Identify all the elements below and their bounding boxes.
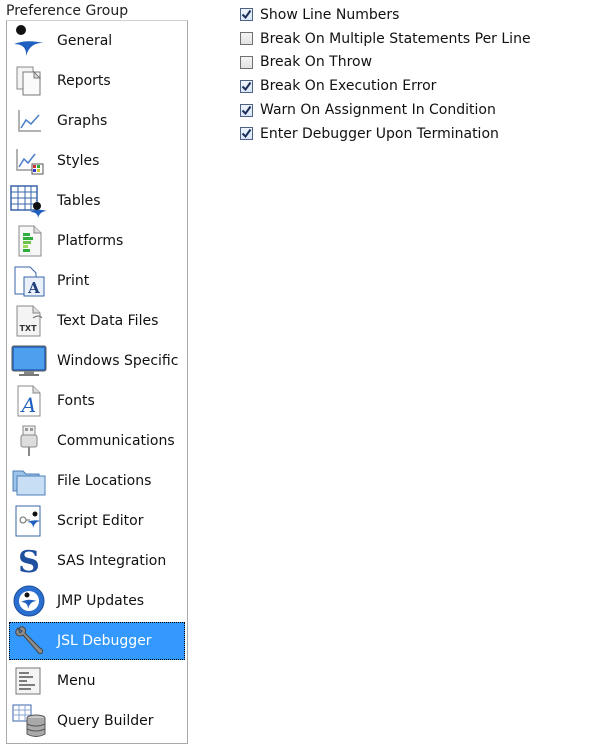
group-label-platforms: Platforms	[57, 233, 124, 249]
group-label-styles: Styles	[57, 153, 100, 169]
styles-icon	[9, 142, 49, 180]
graphs-icon	[9, 102, 49, 140]
windows-specific-icon	[9, 342, 49, 380]
group-label-script-editor: Script Editor	[57, 513, 144, 529]
group-item-jsl-debugger[interactable]: JSL Debugger	[9, 622, 185, 660]
break-on-throw-checkbox[interactable]	[240, 55, 253, 69]
platforms-icon	[9, 222, 49, 260]
fonts-glyph: A	[20, 393, 36, 417]
group-item-print[interactable]: A Print	[9, 262, 185, 300]
group-item-jmp-updates[interactable]: JMP Updates	[9, 582, 185, 620]
group-item-windows-specific[interactable]: Windows Specific	[9, 342, 185, 380]
option-row[interactable]: Break On Execution Error	[240, 74, 531, 98]
break-on-execution-error-checkbox[interactable]	[240, 79, 253, 93]
group-item-tables[interactable]: Tables	[9, 182, 185, 220]
txt-glyph: TXT	[19, 324, 37, 333]
group-item-communications[interactable]: Communications	[9, 422, 185, 460]
file-locations-icon	[9, 462, 49, 500]
option-label: Show Line Numbers	[260, 6, 400, 23]
menu-icon	[9, 662, 49, 700]
group-label-query-builder: Query Builder	[57, 713, 154, 729]
communications-icon	[9, 422, 49, 460]
group-label-communications: Communications	[57, 433, 175, 449]
group-item-styles[interactable]: Styles	[9, 142, 185, 180]
group-label-text-data-files: Text Data Files	[57, 313, 159, 329]
group-label-print: Print	[57, 273, 90, 289]
group-label-tables: Tables	[57, 193, 101, 209]
preference-group-label: Preference Group	[6, 3, 129, 19]
group-item-script-editor[interactable]: Script Editor	[9, 502, 185, 540]
text-data-files-icon: TXT	[9, 302, 49, 340]
print-glyph: A	[27, 279, 40, 297]
option-row[interactable]: Warn On Assignment In Condition	[240, 98, 531, 122]
group-item-text-data-files[interactable]: TXT Text Data Files	[9, 302, 185, 340]
jsl-debugger-icon	[9, 622, 49, 660]
group-label-jsl-debugger: JSL Debugger	[57, 633, 152, 649]
script-editor-icon	[9, 502, 49, 540]
option-row[interactable]: Show Line Numbers	[240, 3, 531, 27]
group-label-menu: Menu	[57, 673, 96, 689]
debugger-options: Show Line Numbers Break On Multiple Stat…	[240, 3, 531, 146]
group-label-file-locations: File Locations	[57, 473, 152, 489]
group-item-sas-integration[interactable]: S SAS Integration	[9, 542, 185, 580]
group-label-jmp-updates: JMP Updates	[57, 593, 145, 609]
query-builder-icon	[9, 702, 49, 740]
option-row[interactable]: Break On Throw	[240, 51, 531, 75]
reports-icon	[9, 62, 49, 100]
sas-glyph: S	[18, 545, 40, 578]
option-label: Break On Multiple Statements Per Line	[260, 30, 531, 47]
group-label-sas-integration: SAS Integration	[57, 553, 167, 569]
option-label: Enter Debugger Upon Termination	[260, 125, 499, 142]
group-item-query-builder[interactable]: Query Builder	[9, 702, 185, 740]
preference-group-list[interactable]: General Reports Graphs Styles Tables Pla…	[6, 20, 188, 744]
jmp-updates-icon	[9, 582, 49, 620]
group-label-windows-specific: Windows Specific	[57, 353, 179, 369]
option-label: Break On Execution Error	[260, 78, 437, 95]
enter-debugger-upon-termination-checkbox[interactable]	[240, 127, 253, 141]
option-row[interactable]: Break On Multiple Statements Per Line	[240, 27, 531, 51]
fonts-icon: A	[9, 382, 49, 420]
print-icon: A	[9, 262, 49, 300]
group-item-menu[interactable]: Menu	[9, 662, 185, 700]
warn-on-assignment-checkbox[interactable]	[240, 103, 253, 117]
group-item-graphs[interactable]: Graphs	[9, 102, 185, 140]
group-item-general[interactable]: General	[9, 22, 185, 60]
option-label: Break On Throw	[260, 54, 373, 71]
option-label: Warn On Assignment In Condition	[260, 102, 496, 119]
group-label-reports: Reports	[57, 73, 111, 89]
group-item-reports[interactable]: Reports	[9, 62, 185, 100]
group-item-fonts[interactable]: A Fonts	[9, 382, 185, 420]
group-item-file-locations[interactable]: File Locations	[9, 462, 185, 500]
group-label-general: General	[57, 33, 113, 49]
general-icon	[9, 22, 49, 60]
group-label-fonts: Fonts	[57, 393, 95, 409]
group-label-graphs: Graphs	[57, 113, 108, 129]
group-item-platforms[interactable]: Platforms	[9, 222, 185, 260]
break-on-multiple-statements-checkbox[interactable]	[240, 32, 253, 46]
show-line-numbers-checkbox[interactable]	[240, 8, 253, 22]
sas-integration-icon: S	[9, 542, 49, 580]
tables-icon	[9, 182, 49, 220]
option-row[interactable]: Enter Debugger Upon Termination	[240, 122, 531, 146]
